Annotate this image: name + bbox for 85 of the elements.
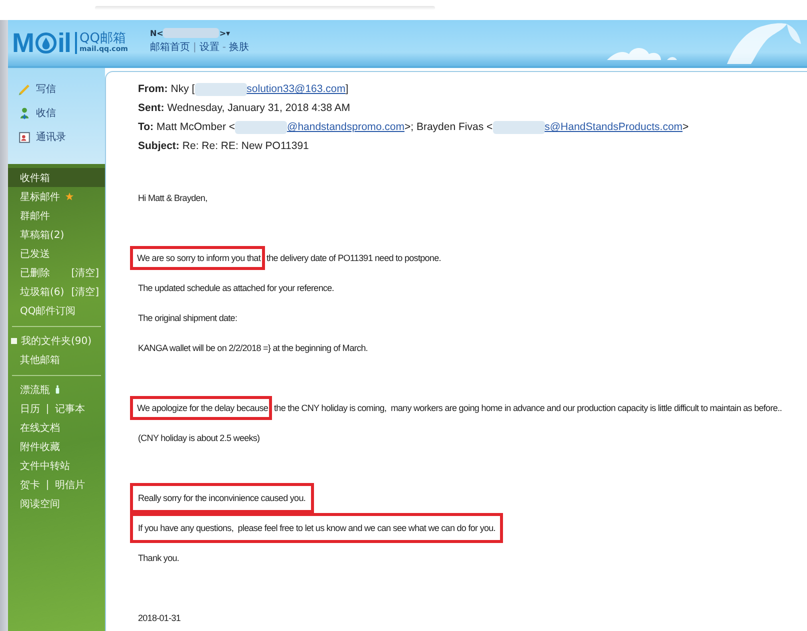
folder-item[interactable]: 星标邮件: [8, 187, 105, 206]
folder-label[interactable]: QQ邮件订阅: [20, 304, 76, 318]
folder-label[interactable]: 文件中转站: [20, 458, 70, 472]
body-paragraph: If you have any questions, please feel free to let us know and we can see what we can do for you.: [130, 513, 504, 543]
header-link[interactable]: 换肤: [228, 40, 249, 54]
folder-label[interactable]: 附件收藏: [20, 440, 60, 454]
redaction-blur: [163, 28, 220, 38]
body-paragraph: The updated schedule as attached for your reference.: [137, 282, 335, 295]
folder-label[interactable]: 其他邮箱: [20, 352, 60, 366]
folder-item[interactable]: 其他邮箱: [8, 350, 105, 369]
email-link[interactable]: @handstandspromo.com: [287, 121, 404, 133]
body-paragraph: We are so sorry to inform you that the delivery date of PO11391 need to postpone.: [130, 243, 449, 273]
brand-name: QQ邮箱: [80, 32, 126, 46]
body-paragraph: Thank you.: [137, 552, 180, 565]
folder-item[interactable]: 漂流瓶: [8, 380, 105, 399]
folder-label[interactable]: 群邮件: [20, 208, 50, 222]
folder-label[interactable]: 贺卡: [20, 478, 40, 492]
expand-icon[interactable]: [11, 338, 17, 344]
folder-item[interactable]: 文件中转站: [8, 456, 105, 475]
folder-label[interactable]: 在线文档: [20, 420, 60, 434]
redaction-blur: [235, 120, 288, 134]
folder-item[interactable]: QQ邮件订阅: [8, 301, 105, 320]
folder-label[interactable]: 漂流瓶: [20, 382, 50, 396]
body-paragraph: KANGA wallet will be on 2/2/2018 =} at the beginning of March.: [137, 342, 369, 355]
field-value: Nky [: [170, 83, 195, 95]
folder-item[interactable]: 已发送: [8, 244, 105, 263]
folder-label[interactable]: 已删除: [20, 266, 50, 280]
folder-item[interactable]: 群邮件: [8, 206, 105, 225]
field-label: Subject:: [138, 140, 180, 152]
folder-item[interactable]: 日历 记事本: [8, 399, 105, 418]
folder-item[interactable]: 在线文档: [8, 418, 105, 437]
folder-label[interactable]: 已发送: [20, 246, 50, 260]
field-value: Matt McOmber <: [156, 121, 236, 133]
redaction-blur: [492, 120, 545, 134]
folder-item[interactable]: 已删除 [清空]: [8, 263, 105, 282]
redaction-blur: [194, 82, 247, 96]
body-paragraph: We apologize for the delay because the the CNY holiday is coming, many workers are going home in advance and our production capacity is little difficult to maintain as before..: [130, 393, 790, 423]
separator: -: [222, 42, 226, 52]
body-paragraph: The original shipment date:: [137, 312, 238, 325]
header-link[interactable]: 邮箱首页: [150, 40, 190, 54]
folder-label[interactable]: 我的文件夹(90): [21, 334, 92, 348]
body-paragraph: (CNY holiday is about 2.5 weeks): [137, 432, 261, 445]
folder-item[interactable]: 垃圾箱(6) [清空]: [8, 282, 105, 301]
folder-label[interactable]: 阅读空间: [20, 496, 60, 510]
folder-item[interactable]: 附件收藏: [8, 437, 105, 456]
folder-label[interactable]: 明信片: [55, 478, 85, 492]
folder-label[interactable]: 星标邮件: [20, 190, 60, 204]
logo-letters: il: [58, 30, 71, 56]
folder-item[interactable]: 收件箱: [8, 168, 105, 187]
body-paragraph: Hi Matt & Brayden,: [137, 192, 208, 205]
field-value: >: [682, 121, 689, 133]
folder-label[interactable]: 草稿箱(2): [20, 228, 64, 242]
field-label: Sent:: [138, 102, 164, 114]
sidebar-action[interactable]: 收信: [18, 104, 105, 122]
field-value: Re: Re: RE: New PO11391: [182, 140, 309, 152]
folder-label[interactable]: 日历: [20, 402, 40, 416]
logo-letter: M: [12, 30, 34, 56]
field-label: To:: [138, 121, 154, 133]
folder-item[interactable]: 我的文件夹(90): [8, 331, 105, 350]
sidebar-action[interactable]: 写信: [18, 80, 105, 98]
email-link[interactable]: solution33@163.com: [246, 83, 346, 95]
field-value: ]: [345, 83, 348, 95]
header-link[interactable]: 设置: [199, 40, 220, 54]
folder-label[interactable]: 垃圾箱(6): [20, 284, 64, 298]
field-value: >; Brayden Fivas <: [404, 121, 493, 133]
logo-eye-icon: [34, 32, 56, 54]
field-label: From:: [138, 83, 168, 95]
body-paragraph: 2018-01-31: [137, 612, 182, 625]
field-value: Wednesday, January 31, 2018 4:38 AM: [167, 102, 350, 114]
pencil-icon: [18, 82, 31, 96]
empty-folder-link[interactable]: [清空]: [71, 266, 99, 280]
empty-folder-link[interactable]: [清空]: [71, 284, 99, 298]
folder-label[interactable]: 记事本: [55, 402, 85, 416]
email-link[interactable]: s@HandStandsProducts.com: [544, 121, 683, 133]
person-download-icon: [18, 106, 31, 120]
folder-item[interactable]: 贺卡 明信片: [8, 475, 105, 494]
folder-item[interactable]: 草稿箱(2): [8, 225, 105, 244]
sidebar-action[interactable]: 通讯录: [18, 128, 105, 146]
body-paragraph: Really sorry for the inconvinience caused you.: [130, 483, 314, 513]
account-name[interactable]: N<: [150, 28, 164, 38]
folder-item[interactable]: 阅读空间: [8, 494, 105, 513]
folder-label[interactable]: 收件箱: [20, 170, 50, 184]
account-dropdown[interactable]: >▾: [219, 28, 230, 38]
separator: |: [192, 42, 196, 52]
contact-card-icon: [18, 130, 31, 144]
